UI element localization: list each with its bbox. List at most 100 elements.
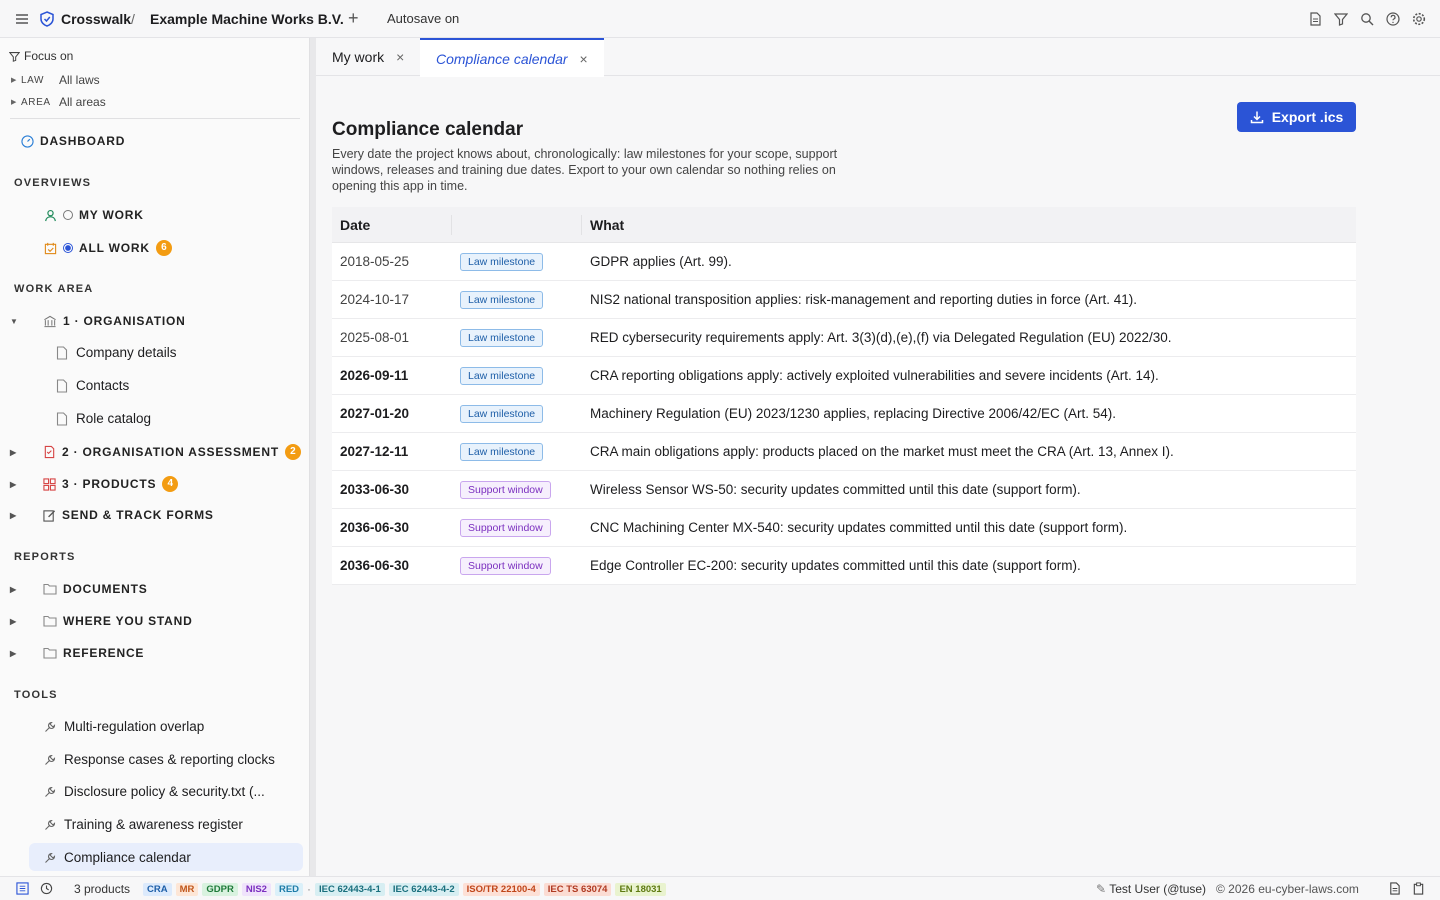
caret-right-icon: ▶ xyxy=(11,77,17,84)
document-icon[interactable] xyxy=(1388,882,1401,895)
scope-chip[interactable]: NIS2 xyxy=(241,882,271,896)
sidebar-item-products[interactable]: ▶ 3 · PRODUCTS 4 xyxy=(10,476,179,492)
product-count[interactable]: 3 products xyxy=(74,882,130,896)
document-icon xyxy=(56,345,68,360)
project-name[interactable]: Example Machine Works B.V. xyxy=(150,11,344,27)
section-tools: TOOLS xyxy=(14,689,58,701)
type-tag: Law milestone xyxy=(460,366,544,385)
table-row[interactable]: 2033-06-30 Support window Wireless Sensor … xyxy=(332,471,1356,509)
sidebar-item-documents[interactable]: ▶ DOCUMENTS xyxy=(10,582,148,596)
row-type: Law milestone xyxy=(452,252,582,271)
table-row[interactable]: 2027-01-20 Law milestone Machinery Regulat… xyxy=(332,395,1356,433)
tab-compliance-calendar[interactable]: Compliance calendar × xyxy=(420,38,604,77)
close-icon[interactable]: × xyxy=(396,49,404,65)
filter-icon[interactable] xyxy=(1334,12,1348,26)
pencil-icon: ✎ xyxy=(1096,882,1107,896)
caret-right-icon[interactable]: ▶ xyxy=(10,649,20,658)
menu-icon[interactable] xyxy=(14,11,30,27)
gear-icon[interactable] xyxy=(1412,12,1426,26)
document-icon[interactable] xyxy=(1308,12,1322,26)
brand-name[interactable]: Crosswalk xyxy=(61,11,131,27)
row-date: 2033-06-30 xyxy=(340,482,410,497)
scope-chip[interactable]: CRA xyxy=(143,882,172,896)
sidebar-item-role-catalog[interactable]: Role catalog xyxy=(56,411,151,426)
sidebar-item-company-details[interactable]: Company details xyxy=(56,345,177,360)
table-row[interactable]: 2025-08-01 Law milestone RED cybersecurity… xyxy=(332,319,1356,357)
scope-chip[interactable]: IEC TS 63074 xyxy=(543,882,612,896)
sidebar-item-all-work[interactable]: ALL WORK 6 xyxy=(44,240,172,256)
sidebar-item-organisation[interactable]: ▼ 1 · ORGANISATION xyxy=(10,314,186,328)
row-type: Support window xyxy=(452,480,582,499)
caret-down-icon[interactable]: ▼ xyxy=(10,317,20,326)
folder-icon xyxy=(43,647,57,659)
sidebar-item-label: Company details xyxy=(76,345,177,360)
tab-label: My work xyxy=(332,49,385,65)
sidebar-item-reference[interactable]: ▶ REFERENCE xyxy=(10,646,144,660)
table-row[interactable]: 2027-12-11 Law milestone CRA main obligati… xyxy=(332,433,1356,471)
caret-right-icon[interactable]: ▶ xyxy=(10,480,20,489)
download-icon xyxy=(1250,111,1263,124)
column-header-what: What xyxy=(590,216,625,233)
grid-icon xyxy=(43,477,56,491)
search-icon[interactable] xyxy=(1360,12,1374,26)
sidebar-item-label: WHERE YOU STAND xyxy=(63,614,193,628)
scope-chip[interactable]: MR xyxy=(175,882,199,896)
edit-icon xyxy=(43,509,56,522)
export-ics-button[interactable]: Export .ics xyxy=(1237,102,1356,132)
clipboard-icon[interactable] xyxy=(1412,882,1425,895)
sidebar-item-compliance-calendar[interactable]: Compliance calendar xyxy=(44,850,191,865)
scope-chip[interactable]: GDPR xyxy=(202,882,238,896)
scope-chip[interactable]: RED xyxy=(274,882,304,896)
sidebar-item-organisation-assessment[interactable]: ▶ 2 · ORGANISATION ASSESSMENT 2 xyxy=(10,444,301,460)
sidebar-item-disclosure-policy[interactable]: Disclosure policy & security.txt (... xyxy=(44,784,265,799)
table-row[interactable]: 2024-10-17 Law milestone NIS2 national tra… xyxy=(332,281,1356,319)
sidebar-item-response-cases[interactable]: Response cases & reporting clocks xyxy=(44,752,275,767)
caret-right-icon[interactable]: ▶ xyxy=(10,585,20,594)
sidebar-resize-handle[interactable] xyxy=(309,38,316,876)
user-label[interactable]: ✎ Test User (@tuse) xyxy=(1096,882,1206,896)
table-row[interactable]: 2018-05-25 Law milestone GDPR applies (Art… xyxy=(332,243,1356,281)
radio-all-work[interactable] xyxy=(63,243,73,253)
section-reports: REPORTS xyxy=(14,551,76,563)
table-row[interactable]: 2026-09-11 Law milestone CRA reporting obl… xyxy=(332,357,1356,395)
sidebar-item-where-you-stand[interactable]: ▶ WHERE YOU STAND xyxy=(10,614,193,628)
scope-chip[interactable]: ISO/TR 22100-4 xyxy=(462,882,540,896)
list-icon[interactable] xyxy=(16,882,29,895)
close-icon[interactable]: × xyxy=(580,51,588,67)
history-icon[interactable] xyxy=(40,882,53,895)
row-date: 2018-05-25 xyxy=(340,254,410,269)
table-header: Date What xyxy=(332,207,1356,243)
caret-right-icon[interactable]: ▶ xyxy=(10,617,20,626)
add-icon[interactable]: + xyxy=(348,9,359,27)
caret-right-icon[interactable]: ▶ xyxy=(10,448,20,457)
scope-chip[interactable]: IEC 62443-4-1 xyxy=(315,882,385,896)
caret-right-icon[interactable]: ▶ xyxy=(10,511,20,520)
filter-key: LAW xyxy=(21,74,45,86)
row-type: Law milestone xyxy=(452,290,582,309)
filter-law[interactable]: ▶ LAW All laws xyxy=(11,73,100,87)
sidebar-item-training-register[interactable]: Training & awareness register xyxy=(44,817,243,832)
table-row[interactable]: 2036-06-30 Support window CNC Machining Ce… xyxy=(332,509,1356,547)
scope-chip[interactable]: IEC 62443-4-2 xyxy=(388,882,459,896)
scope-chip[interactable]: EN 18031 xyxy=(615,882,666,896)
type-tag: Law milestone xyxy=(460,404,544,423)
radio-my-work[interactable] xyxy=(63,210,73,220)
row-what: Wireless Sensor WS-50: security updates … xyxy=(590,482,1081,497)
filter-area[interactable]: ▶ AREA All areas xyxy=(11,95,106,109)
type-tag: Law milestone xyxy=(460,252,544,271)
row-type: Law milestone xyxy=(452,328,582,347)
sidebar-item-my-work[interactable]: MY WORK xyxy=(44,208,144,222)
type-tag: Support window xyxy=(460,480,551,499)
shield-icon xyxy=(40,11,54,27)
table-row[interactable]: 2036-06-30 Support window Edge Controller … xyxy=(332,547,1356,585)
sidebar-item-multi-regulation-overlap[interactable]: Multi-regulation overlap xyxy=(44,719,204,734)
help-icon[interactable] xyxy=(1386,12,1400,26)
column-header-type xyxy=(452,214,582,235)
autosave-status[interactable]: Autosave on xyxy=(387,11,459,26)
sidebar-item-send-track-forms[interactable]: ▶ SEND & TRACK FORMS xyxy=(10,508,214,522)
sidebar-item-dashboard[interactable]: DASHBOARD xyxy=(21,134,125,148)
copyright: © 2026 eu-cyber-laws.com xyxy=(1216,882,1359,896)
tab-my-work[interactable]: My work × xyxy=(316,38,420,76)
row-what: GDPR applies (Art. 99). xyxy=(590,254,732,269)
sidebar-item-contacts[interactable]: Contacts xyxy=(56,378,129,393)
